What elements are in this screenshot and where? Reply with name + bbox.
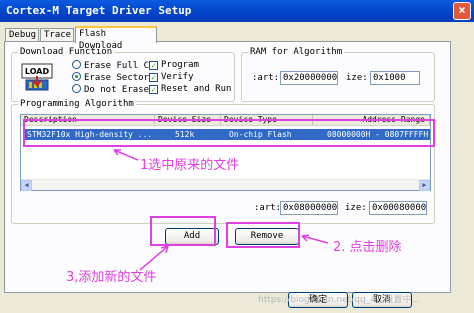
annotation-click-delete: 2. 点击删除 [333, 240, 402, 255]
tab-flash-download[interactable]: Flash Download [75, 26, 157, 51]
annotation-add-new: 3,添加新的文件 [66, 270, 157, 285]
watermark: https://blog.csdn.net/qq_4...设置中... [258, 295, 421, 305]
annotation-select-original: 1选中原来的文件 [140, 158, 240, 173]
